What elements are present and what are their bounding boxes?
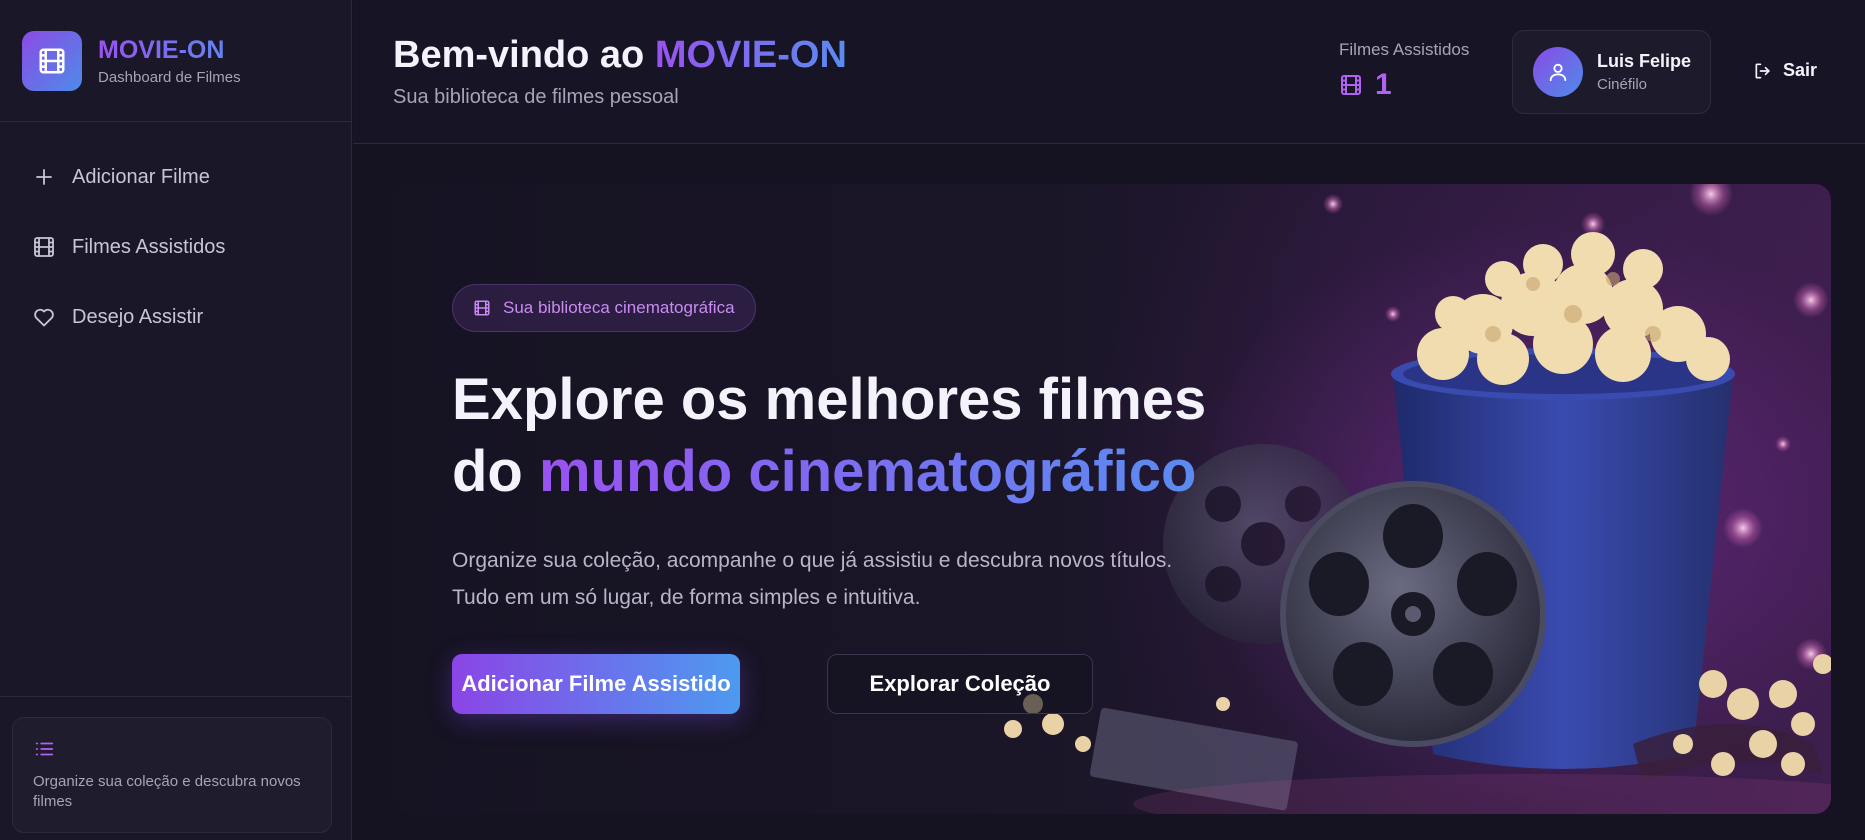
- hero-banner: Sua biblioteca cinematográfica Explore o…: [393, 184, 1831, 814]
- film-icon: [22, 30, 82, 91]
- logout-icon: [1753, 61, 1773, 81]
- sidebar-item-label: Desejo Assistir: [72, 305, 204, 328]
- watched-label: Filmes Assistidos: [1339, 40, 1470, 59]
- welcome-prefix: Bem-vindo ao: [393, 34, 655, 76]
- sidebar-tip-card: Organize sua coleção e descubra novos fi…: [12, 717, 332, 833]
- watched-count: 1: [1375, 68, 1392, 101]
- page-subtitle: Sua biblioteca de filmes pessoal: [393, 86, 679, 108]
- sidebar: MOVIE-ON Dashboard de Filmes Adicionar F…: [0, 0, 352, 840]
- welcome-brand: MOVIE-ON: [654, 34, 847, 76]
- avatar: [1533, 47, 1583, 97]
- brand-subtitle: Dashboard de Filmes: [98, 68, 241, 86]
- hero-desc-line1: Organize sua coleção, acompanhe o que já…: [452, 549, 1173, 572]
- hero-title: Explore os melhores filmes do mundo cine…: [452, 364, 1206, 508]
- library-badge: Sua biblioteca cinematográfica: [452, 284, 756, 332]
- explore-collection-button[interactable]: Explorar Coleção: [827, 654, 1093, 714]
- sidebar-nav: Adicionar Filme Filmes Assistidos Desejo…: [0, 122, 351, 352]
- film-icon: [1339, 73, 1363, 97]
- top-header: Bem-vindo ao MOVIE-ON Sua biblioteca de …: [353, 0, 1865, 144]
- page-title: Bem-vindo ao MOVIE-ON: [393, 34, 847, 77]
- film-icon: [473, 299, 491, 317]
- sidebar-item-adicionar-filme[interactable]: Adicionar Filme: [0, 142, 351, 212]
- sidebar-item-desejo-assistir[interactable]: Desejo Assistir: [0, 282, 351, 352]
- sidebar-tip-text: Organize sua coleção e descubra novos fi…: [33, 773, 301, 810]
- list-icon: [33, 738, 311, 760]
- user-icon: [1547, 61, 1569, 83]
- brand-name: MOVIE-ON: [98, 36, 241, 65]
- hero-description: Organize sua coleção, acompanhe o que já…: [452, 542, 1172, 616]
- plus-icon: [32, 165, 56, 189]
- library-badge-label: Sua biblioteca cinematográfica: [503, 298, 735, 317]
- user-name: Luis Felipe: [1597, 51, 1692, 71]
- logout-label: Sair: [1783, 60, 1818, 80]
- sidebar-item-filmes-assistidos[interactable]: Filmes Assistidos: [0, 212, 351, 282]
- sidebar-footer: Organize sua coleção e descubra novos fi…: [0, 696, 352, 840]
- hero-title-line1: Explore os melhores filmes: [452, 367, 1207, 432]
- user-role: Cinéfilo: [1597, 76, 1648, 93]
- sidebar-item-label: Adicionar Filme: [72, 165, 210, 188]
- add-watched-movie-button[interactable]: Adicionar Filme Assistido: [452, 654, 740, 714]
- brand[interactable]: MOVIE-ON Dashboard de Filmes: [0, 0, 351, 122]
- logout-button[interactable]: Sair: [1753, 60, 1817, 81]
- user-profile-card[interactable]: Luis Felipe Cinéfilo: [1512, 30, 1711, 114]
- hero-title-line2-highlight: mundo cinematográfico: [538, 439, 1197, 504]
- watched-counter: Filmes Assistidos 1: [1339, 40, 1469, 102]
- hero-title-line2-plain: do: [452, 439, 539, 504]
- sidebar-item-label: Filmes Assistidos: [72, 235, 226, 258]
- heart-icon: [32, 305, 56, 329]
- film-icon: [32, 235, 56, 259]
- hero-desc-line2: Tudo em um só lugar, de forma simples e …: [452, 586, 921, 609]
